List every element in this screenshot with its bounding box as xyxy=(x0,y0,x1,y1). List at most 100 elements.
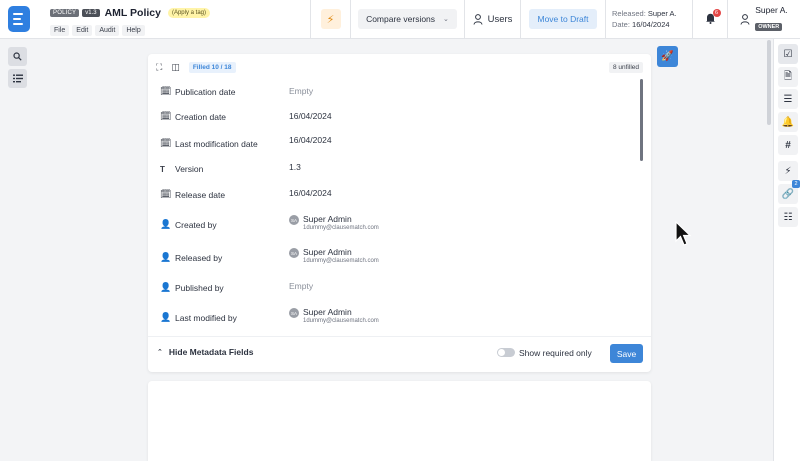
date-label: Date: xyxy=(612,20,630,29)
panel-scrollbar[interactable] xyxy=(640,79,643,161)
text-icon: T xyxy=(160,164,165,174)
save-button[interactable]: Save xyxy=(610,344,643,363)
search-button[interactable] xyxy=(8,47,27,66)
outline-button[interactable] xyxy=(8,69,27,88)
logo-icon xyxy=(8,6,30,32)
field-label: Released by xyxy=(175,252,223,263)
alerts-button[interactable]: 🔔 xyxy=(778,112,798,132)
bolt-icon: ⚡ xyxy=(326,13,335,26)
expand-icon[interactable]: ⛶ xyxy=(156,62,162,73)
released-by-value: Super A. xyxy=(647,9,677,18)
field-value: 16/04/2024 xyxy=(289,111,332,121)
move-cell: Move to Draft xyxy=(520,0,605,38)
field-value: 16/04/2024 xyxy=(289,135,332,145)
field-value: Empty xyxy=(289,86,314,96)
launch-button[interactable]: 🚀 xyxy=(657,46,678,67)
field-label: Release date xyxy=(175,189,226,200)
document-page[interactable] xyxy=(148,381,651,461)
right-toolbar: ☑ 🗎 ☰ 🔔 # ⚡ 🔗 2 ☷ xyxy=(773,39,800,461)
user-menu[interactable]: Super A. OWNER xyxy=(727,0,800,38)
compare-versions-button[interactable]: Compare versions ⌄ xyxy=(358,9,457,29)
person-email: 1dummy@clausematch.com xyxy=(303,258,379,264)
menu-bar: File Edit Audit Help xyxy=(50,25,310,36)
menu-help[interactable]: Help xyxy=(122,25,145,36)
top-header: POLICY v1.3 AML Policy (Apply a tag) Fil… xyxy=(0,0,800,39)
user-role-badge: OWNER xyxy=(755,23,783,31)
checkbox-icon: ☑ xyxy=(783,48,793,60)
document-button[interactable]: 🗎 xyxy=(778,67,798,87)
tasks-button[interactable]: ☑ xyxy=(778,44,798,64)
filled-count-badge: Filled 10 / 18 xyxy=(188,61,236,73)
bolt-icon: ⚡ xyxy=(784,165,792,177)
sidebar-toggle-icon[interactable]: ◫ xyxy=(171,62,180,73)
unfilled-count-badge: 8 unfilled xyxy=(608,61,643,73)
quick-actions-cell: ⚡ xyxy=(310,0,350,38)
notifications-cell: 6 xyxy=(692,0,727,38)
field-label: Last modification date xyxy=(175,138,258,149)
hide-metadata-button[interactable]: ⌃ Hide Metadata Fields xyxy=(157,347,253,357)
list-search-icon: ☷ xyxy=(783,211,793,223)
links-count-badge: 2 xyxy=(792,180,800,188)
hashtag-button[interactable]: # xyxy=(778,135,798,155)
menu-audit[interactable]: Audit xyxy=(95,25,120,36)
link-icon: 🔗 xyxy=(781,188,795,200)
users-cell: Users xyxy=(464,0,520,38)
user-icon: 👤 xyxy=(160,312,172,322)
notification-count-badge: 6 xyxy=(712,8,721,17)
panel-footer: ⌃ Hide Metadata Fields Show required onl… xyxy=(148,336,651,372)
apply-tag-button[interactable]: (Apply a tag) xyxy=(167,8,210,18)
users-button[interactable]: Users xyxy=(473,13,513,25)
document-icon: 🗎 xyxy=(783,70,793,82)
users-label: Users xyxy=(487,13,513,25)
search-list-button[interactable]: ☷ xyxy=(778,207,798,227)
quick-actions-button[interactable]: ⚡ xyxy=(320,9,341,29)
automation-button[interactable]: ⚡ xyxy=(778,161,798,181)
field-label: Published by xyxy=(175,282,224,293)
field-value: Empty xyxy=(289,281,314,291)
version-badge: v1.3 xyxy=(82,9,100,17)
show-required-label: Show required only xyxy=(519,348,592,358)
menu-file[interactable]: File xyxy=(50,25,70,36)
user-icon: 👤 xyxy=(160,282,172,292)
paragraphs-button[interactable]: ☰ xyxy=(778,89,798,109)
compare-cell: Compare versions ⌄ xyxy=(350,0,464,38)
bell-icon: 🔔 xyxy=(781,116,795,128)
panel-toolbar: ⛶ ◫ Filled 10 / 18 8 unfilled xyxy=(156,60,643,74)
field-label: Version xyxy=(175,164,204,174)
notifications-button[interactable]: 6 xyxy=(705,8,721,27)
menu-edit[interactable]: Edit xyxy=(72,25,93,36)
field-label: Creation date xyxy=(175,111,227,122)
calendar-icon: 🗓 xyxy=(160,138,172,148)
toggle-knob xyxy=(498,349,505,356)
links-button[interactable]: 🔗 2 xyxy=(778,180,800,204)
calendar-icon: 🗓 xyxy=(160,86,172,96)
compare-versions-label: Compare versions xyxy=(366,14,436,24)
document-title: AML Policy xyxy=(104,7,161,19)
mouse-cursor-icon xyxy=(675,221,692,246)
metadata-panel: ⛶ ◫ Filled 10 / 18 8 unfilled 🗓 Publicati… xyxy=(148,54,651,372)
move-to-draft-button[interactable]: Move to Draft xyxy=(529,9,597,29)
person-value: SA Super Admin 1dummy@clausematch.com xyxy=(289,307,379,325)
person-name: Super Admin xyxy=(303,214,352,224)
release-date-value: 16/04/2024 xyxy=(632,20,670,29)
user-icon xyxy=(473,13,483,25)
chevron-down-icon: ⌄ xyxy=(443,16,449,23)
calendar-icon: 🗓 xyxy=(160,111,172,121)
avatar: SA xyxy=(289,215,299,225)
user-icon: 👤 xyxy=(160,219,172,229)
show-required-toggle[interactable] xyxy=(497,348,515,357)
person-email: 1dummy@clausematch.com xyxy=(303,318,379,324)
person-email: 1dummy@clausematch.com xyxy=(303,225,379,231)
field-value: 16/04/2024 xyxy=(289,188,332,198)
person-value: SA Super Admin 1dummy@clausematch.com xyxy=(289,214,379,232)
avatar: SA xyxy=(289,308,299,318)
app-logo[interactable] xyxy=(0,0,38,38)
user-avatar-icon xyxy=(740,13,750,25)
person-name: Super Admin xyxy=(303,307,352,317)
search-icon xyxy=(13,52,22,61)
person-value: SA Super Admin 1dummy@clausematch.com xyxy=(289,247,379,265)
document-info: POLICY v1.3 AML Policy (Apply a tag) Fil… xyxy=(38,0,310,38)
page-scrollbar[interactable] xyxy=(767,40,771,125)
field-label: Last modified by xyxy=(175,312,237,323)
list-icon xyxy=(12,74,23,83)
